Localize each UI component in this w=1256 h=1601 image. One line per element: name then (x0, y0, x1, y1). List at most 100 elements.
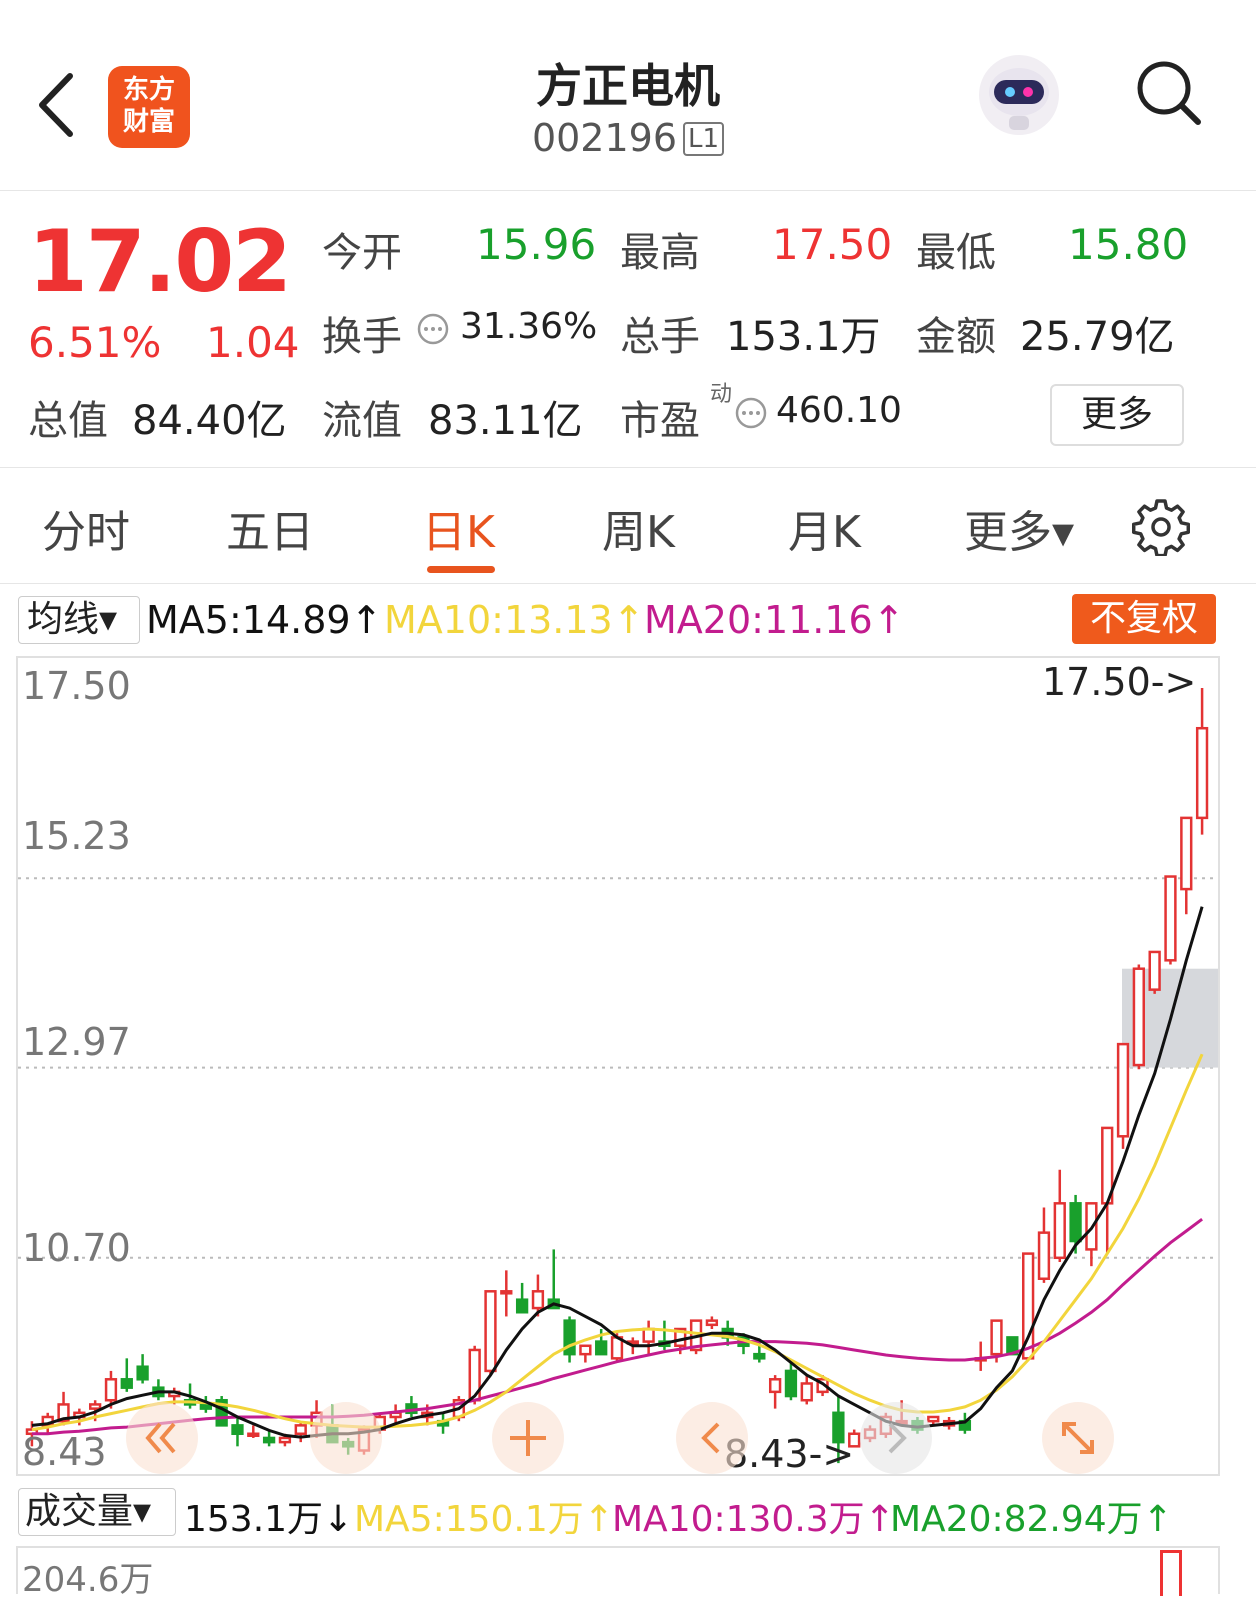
ma10-line (31, 1053, 1204, 1432)
y-tick-label: 8.43 (22, 1430, 107, 1474)
kline-chart[interactable]: 17.50 15.23 12.97 10.70 8.43 17.50-> 8.4… (16, 656, 1220, 1476)
low-label: 最低 (916, 230, 996, 276)
candle-body (1148, 950, 1161, 991)
quote-panel: 17.02 6.51% 1.04 今开 15.96 最高 17.50 最低 15… (0, 192, 1256, 468)
level-badge: L1 (683, 122, 725, 156)
turnover-label: 换手 (322, 314, 402, 360)
stock-code: 002196 (531, 116, 678, 160)
volume-ma20: MA20:82.94万↑ (890, 1499, 1173, 1540)
settings-gear-icon[interactable] (1132, 498, 1190, 556)
turnover-value: 31.36% (460, 306, 598, 347)
volume-ma10: MA10:130.3万↑ (612, 1499, 895, 1540)
ma20-label: MA20:11.16↑ (644, 598, 905, 642)
prev-button[interactable] (676, 1402, 748, 1474)
open-value: 15.96 (476, 220, 597, 269)
candle-body (89, 1403, 102, 1410)
y-tick-label: 17.50 (22, 664, 131, 708)
y-tick-label: 12.97 (22, 1020, 131, 1064)
candle-body (104, 1378, 118, 1402)
stock-name: 方正电机 (536, 59, 720, 113)
pe-value: 460.10 (776, 390, 902, 431)
candle-body (500, 1290, 513, 1295)
candle-body (120, 1378, 133, 1389)
double-chevron-left-icon (145, 1422, 176, 1454)
volume-label: 总手 (620, 314, 700, 360)
active-tab-underline (427, 566, 495, 573)
candle-body (595, 1340, 608, 1356)
ma5-label: MA5:14.89↑ (146, 598, 383, 642)
float-label: 流值 (322, 398, 402, 444)
candle-body (753, 1352, 766, 1360)
kline-svg (18, 688, 1218, 1464)
more-quote-button[interactable]: 更多 (1050, 384, 1184, 446)
high-value: 17.50 (772, 220, 893, 269)
tab-intraday[interactable]: 分时 (42, 496, 130, 560)
tab-weekly-k[interactable]: 周K (602, 496, 675, 560)
candle-body (1132, 967, 1145, 1067)
fullscreen-button[interactable] (1042, 1402, 1114, 1474)
y-tick-label: 10.70 (22, 1226, 131, 1270)
info-dots-icon[interactable] (734, 396, 768, 430)
header: 东方 财富 方正电机 002196 L1 (0, 0, 1256, 191)
ma-indicator-select[interactable]: 均线▾ (18, 596, 140, 644)
max-price-marker: 17.50-> (1042, 660, 1197, 704)
info-dots-icon[interactable] (416, 312, 450, 346)
search-icon[interactable] (1134, 58, 1204, 128)
tab-more[interactable]: 更多▾ (964, 496, 1074, 560)
candle-body (1053, 1202, 1066, 1260)
candle-body (262, 1436, 276, 1444)
candle-body (642, 1327, 655, 1343)
candle-body (705, 1319, 719, 1327)
tab-monthly-k[interactable]: 月K (788, 496, 861, 560)
candle-body (768, 1378, 782, 1394)
volume-indicator-select[interactable]: 成交量▾ (18, 1488, 176, 1536)
candle-body (484, 1290, 497, 1373)
amount-value: 25.79亿 (1020, 314, 1175, 360)
candle-body (247, 1432, 260, 1438)
change-percent: 6.51% (28, 318, 162, 367)
high-label: 最高 (620, 230, 700, 276)
adjust-badge[interactable]: 不复权 (1072, 594, 1216, 644)
chevron-right-icon (888, 1422, 907, 1454)
volume-bar (1160, 1550, 1182, 1596)
candle-body (515, 1298, 529, 1314)
volume-value: 153.1万 (726, 314, 881, 360)
candle-body (1164, 875, 1177, 962)
scroll-left-button[interactable] (310, 1402, 382, 1474)
ma10-label: MA10:13.13↑ (384, 598, 645, 642)
candle-body (800, 1382, 813, 1402)
candle-body (579, 1344, 592, 1356)
candle-body (294, 1424, 307, 1436)
float-value: 83.11亿 (428, 398, 583, 444)
current-price: 17.02 (28, 212, 292, 312)
tab-daily-k[interactable]: 日K (422, 496, 495, 560)
candle-body (199, 1403, 213, 1410)
candle-body (1069, 1202, 1082, 1243)
pe-label: 市盈 (620, 398, 700, 444)
amount-label: 金额 (916, 314, 996, 360)
chevron-left-icon (701, 1422, 720, 1454)
pe-superscript: 动 (710, 382, 733, 407)
candle-body (1037, 1231, 1051, 1280)
y-tick-label: 15.23 (22, 814, 131, 858)
plus-icon (510, 1420, 546, 1456)
candle-body (531, 1290, 545, 1310)
candle-body (278, 1436, 292, 1444)
open-label: 今开 (322, 230, 402, 276)
tab-five-day[interactable]: 五日 (226, 496, 314, 560)
candle-body (136, 1365, 149, 1381)
candle-body (1180, 816, 1193, 891)
stock-code-row: 002196 L1 (0, 116, 1256, 160)
mktcap-label: 总值 (28, 398, 108, 444)
candle-body (1195, 726, 1209, 820)
next-button[interactable] (860, 1402, 932, 1474)
candle-body (231, 1424, 244, 1436)
period-tabs: 分时 五日 日K 周K 月K 更多▾ (0, 468, 1256, 584)
change-amount: 1.04 (206, 318, 300, 367)
crosshair-button[interactable] (492, 1402, 564, 1474)
volume-ma5: MA5:150.1万↑ (354, 1499, 614, 1540)
volume-current: 153.1万↓ (184, 1499, 354, 1540)
assistant-robot-icon[interactable] (976, 52, 1062, 138)
expand-arrows-icon (1062, 1422, 1094, 1454)
scroll-left-fast-button[interactable] (126, 1402, 198, 1474)
